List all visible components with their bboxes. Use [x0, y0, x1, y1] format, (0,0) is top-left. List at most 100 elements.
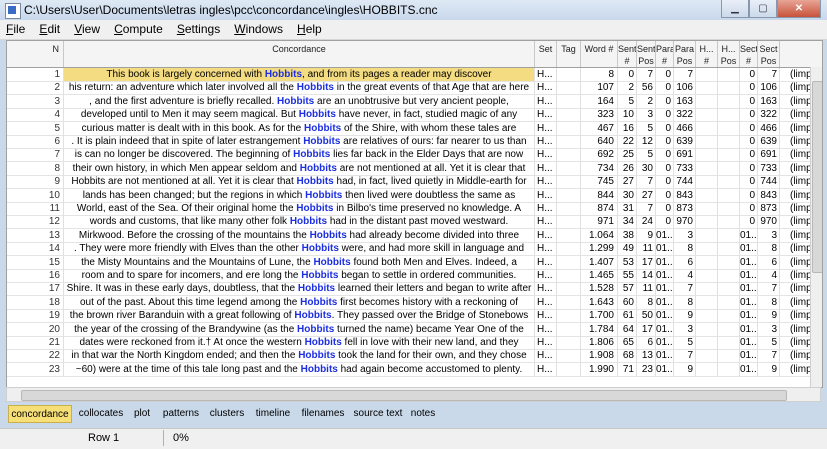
menu-view[interactable]: View — [68, 20, 105, 36]
context-right: had, in fact, lived quietly in Middle-ea… — [333, 176, 527, 188]
tab-source-text[interactable]: source text — [351, 405, 405, 423]
menu-help[interactable]: Help — [291, 20, 327, 36]
cpp-cell: 639 — [674, 135, 696, 148]
cs-cell: 49 — [618, 242, 637, 256]
cset-cell: H... — [535, 309, 557, 323]
col-header-h1[interactable]: H... # — [696, 41, 718, 67]
cn-cell: 5 — [7, 121, 64, 135]
table-row[interactable]: 2 his return: an adventure which later in… — [7, 81, 822, 96]
context-right: are an unobtrusive but very ancient peop… — [314, 95, 509, 107]
cp-cell: 01... — [656, 322, 674, 336]
cp-cell: 0 — [656, 94, 674, 108]
table-row[interactable]: 8 their own history, in which Men appear … — [7, 161, 822, 176]
horizontal-scroll-thumb[interactable] — [21, 390, 787, 401]
col-header-sect-pos[interactable]: Sect Pos — [758, 41, 780, 67]
cpp-cell: 322 — [674, 108, 696, 122]
minimize-button[interactable]: ▁ — [721, 0, 749, 18]
cw-cell: 1.908 — [581, 349, 618, 363]
search-hit: Hobbits — [303, 136, 341, 147]
table-row[interactable]: 1 This book is largely concerned with Hob… — [7, 68, 822, 82]
cw-cell: 1.700 — [581, 309, 618, 323]
context-left: . They were more friendly with Elves tha… — [73, 243, 302, 255]
tab-timeline[interactable]: timeline — [251, 405, 295, 423]
tab-plot[interactable]: plot — [129, 405, 155, 423]
ctag-cell — [557, 161, 581, 175]
table-row[interactable]: 21 dates were reckoned from it.† At once … — [7, 336, 822, 350]
cn-cell: 16 — [7, 269, 64, 282]
table-row[interactable]: 17 Shire. It was in these early days, dou… — [7, 282, 822, 297]
vertical-scrollbar[interactable] — [810, 67, 822, 387]
col-header-n[interactable]: N — [7, 41, 64, 67]
menu-edit[interactable]: Edit — [33, 20, 65, 36]
tab-notes[interactable]: notes — [408, 405, 438, 423]
vertical-scroll-thumb[interactable] — [812, 81, 822, 273]
maximize-button[interactable]: ▢ — [749, 0, 777, 18]
menu-file[interactable]: File — [0, 20, 30, 36]
concordance-cell: lands has been changed; but the regions … — [64, 188, 535, 202]
concordance-cell: , and the first adventure is briefly rec… — [64, 94, 535, 108]
tab-clusters[interactable]: clusters — [206, 405, 248, 423]
table-row[interactable]: 11 World, east of the Sea. Of their origi… — [7, 202, 822, 216]
view-tabs: concordance collocates plot patterns clu… — [6, 405, 821, 425]
table-row[interactable]: 20 the year of the crossing of the Brandy… — [7, 322, 822, 337]
csep-cell: 639 — [758, 135, 780, 148]
tab-collocates[interactable]: collocates — [76, 405, 126, 423]
ctag-cell — [557, 81, 581, 95]
tab-patterns[interactable]: patterns — [159, 405, 203, 423]
col-header-para-pos[interactable]: Para Pos — [674, 41, 696, 67]
cw-cell: 1.465 — [581, 269, 618, 282]
col-header-sect[interactable]: Sect # — [740, 41, 758, 67]
cse-cell: 0 — [740, 68, 758, 81]
menu-compute[interactable]: Compute — [108, 20, 168, 36]
cn-cell: 19 — [7, 309, 64, 323]
col-header-h2[interactable]: H... Pos — [718, 41, 740, 67]
ch1-cell — [696, 269, 718, 282]
col-header-tag[interactable]: Tag — [557, 41, 581, 67]
cp-cell: 01... — [656, 349, 674, 363]
ch1-cell — [696, 349, 718, 363]
table-row[interactable]: 4 developed until to Men it may seem magi… — [7, 108, 822, 123]
table-row[interactable]: 19 the brown river Baranduin with a great… — [7, 309, 822, 324]
concordance-cell: their own history, in which Men appear s… — [64, 161, 535, 175]
table-row[interactable]: 10 lands has been changed; but the region… — [7, 188, 822, 203]
table-row[interactable]: 6 . It is plain indeed that in spite of l… — [7, 135, 822, 149]
col-header-para[interactable]: Para # — [656, 41, 674, 67]
table-row[interactable]: 16 room and to spare for incomers, and er… — [7, 269, 822, 283]
table-row[interactable]: 3 , and the first adventure is briefly re… — [7, 94, 822, 109]
table-row[interactable]: 18 out of the past. About this time legen… — [7, 295, 822, 310]
table-row[interactable]: 12 words and customs, that like many othe… — [7, 215, 822, 230]
csp-cell: 17 — [637, 255, 656, 269]
table-row[interactable]: 5 curious matter is dealt with in this bo… — [7, 121, 822, 136]
cse-cell: 0 — [740, 81, 758, 95]
cn-cell: 12 — [7, 215, 64, 229]
ch1-cell — [696, 228, 718, 242]
col-header-sent-pos[interactable]: Sent Pos — [637, 41, 656, 67]
ch1-cell — [696, 121, 718, 135]
cpp-cell: 8 — [674, 295, 696, 309]
menu-settings[interactable]: Settings — [171, 20, 225, 36]
table-row[interactable]: 7 is can no longer be discovered. The beg… — [7, 148, 822, 163]
cse-cell: 01... — [740, 295, 758, 309]
table-row[interactable]: 23 ~60) were at the time of this tale lon… — [7, 362, 822, 377]
csep-cell: 3 — [758, 322, 780, 336]
table-row[interactable]: 22 in that war the North Kingdom ended; a… — [7, 349, 822, 364]
cset-cell: H... — [535, 269, 557, 282]
table-row[interactable]: 13 Mirkwood. Before the crossing of the m… — [7, 228, 822, 243]
tab-filenames[interactable]: filenames — [298, 405, 348, 423]
cw-cell: 745 — [581, 175, 618, 189]
table-row[interactable]: 9 Hobbits are not mentioned at all. Yet i… — [7, 175, 822, 190]
table-row[interactable]: 15 the Misty Mountains and the Mountains … — [7, 255, 822, 270]
col-header-file[interactable] — [780, 41, 822, 67]
cse-cell: 01... — [740, 322, 758, 336]
ch1-cell — [696, 81, 718, 95]
col-header-set[interactable]: Set — [535, 41, 557, 67]
close-button[interactable]: ✕ — [777, 0, 821, 18]
horizontal-scrollbar[interactable] — [6, 387, 821, 402]
col-header-sent[interactable]: Sent # — [618, 41, 637, 67]
col-header-word[interactable]: Word # — [581, 41, 618, 67]
menu-windows[interactable]: Windows — [228, 20, 288, 36]
table-row[interactable]: 14 . They were more friendly with Elves t… — [7, 242, 822, 257]
tab-concordance[interactable]: concordance — [8, 405, 72, 423]
col-header-concordance[interactable]: Concordance — [64, 41, 535, 67]
concordance-grid[interactable]: N Concordance Set Tag Word # Sent # Sent… — [6, 40, 823, 388]
